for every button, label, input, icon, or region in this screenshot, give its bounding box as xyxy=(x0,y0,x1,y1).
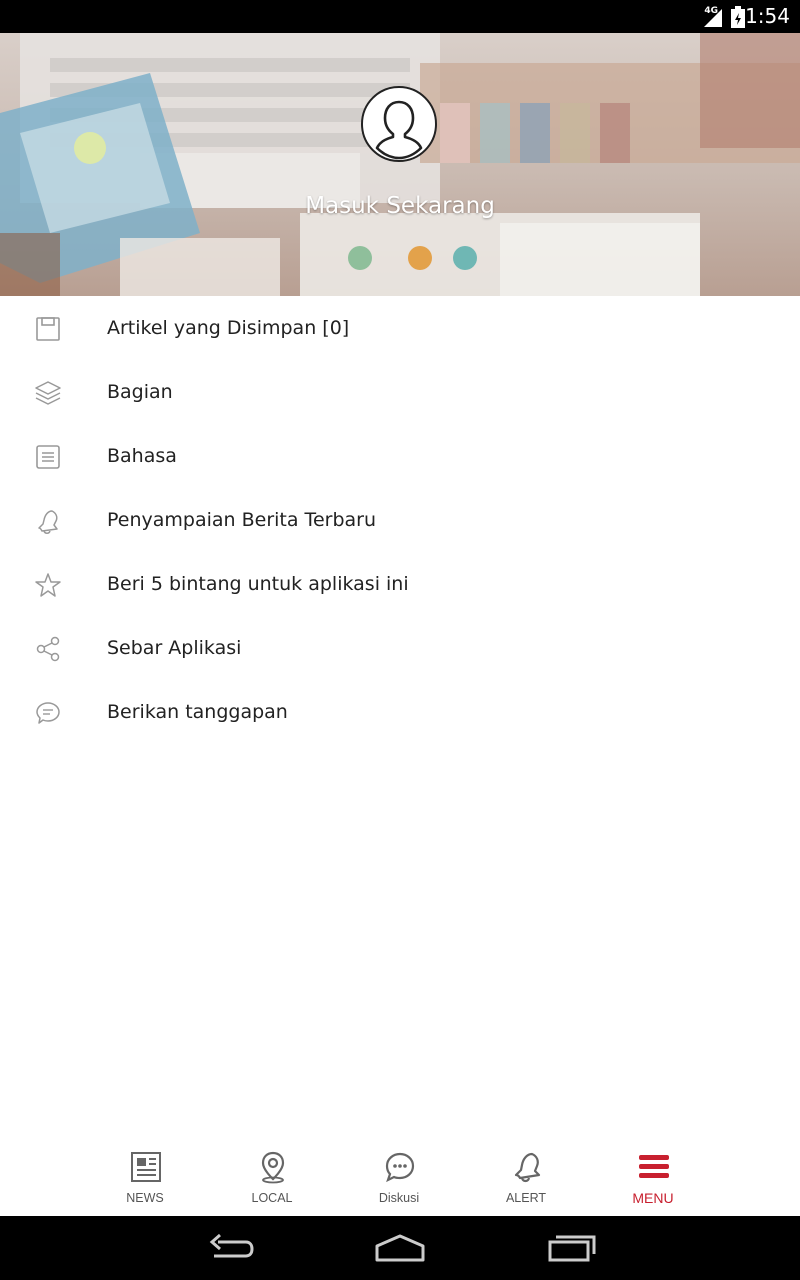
drawer-menu: Artikel yang Disimpan [0] Bagian Bahasa … xyxy=(0,296,800,744)
menu-item-sections[interactable]: Bagian xyxy=(0,360,800,424)
chat-bubble-icon xyxy=(385,1152,415,1183)
tab-label: MENU xyxy=(632,1190,674,1206)
login-link[interactable]: Masuk Sekarang xyxy=(0,193,800,219)
user-icon xyxy=(375,100,423,160)
menu-item-feedback[interactable]: Berikan tanggapan xyxy=(0,680,800,744)
location-icon xyxy=(261,1151,285,1184)
bottom-navigation: NEWS LOCAL Diskusi ALERT MENU xyxy=(0,1144,800,1216)
newspaper-icon xyxy=(131,1152,161,1182)
tab-alert[interactable]: ALERT xyxy=(481,1144,571,1216)
chat-icon xyxy=(36,702,60,724)
menu-item-label: Bagian xyxy=(107,381,173,403)
profile-header: Masuk Sekarang xyxy=(0,33,800,296)
share-icon xyxy=(36,636,60,662)
menu-item-label: Artikel yang Disimpan [0] xyxy=(107,317,350,339)
document-icon xyxy=(36,445,60,469)
menu-item-label: Beri 5 bintang untuk aplikasi ini xyxy=(107,573,409,595)
tab-label: ALERT xyxy=(505,1191,547,1205)
menu-item-language[interactable]: Bahasa xyxy=(0,424,800,488)
avatar[interactable] xyxy=(361,86,437,162)
layers-icon xyxy=(35,381,61,405)
menu-item-label: Penyampaian Berita Terbaru xyxy=(107,509,376,531)
back-icon[interactable] xyxy=(206,1232,254,1264)
header-background-image xyxy=(0,33,800,296)
signal-icon xyxy=(704,9,722,27)
save-icon xyxy=(36,317,60,341)
menu-item-label: Berikan tanggapan xyxy=(107,701,288,723)
tab-menu[interactable]: MENU xyxy=(608,1144,698,1216)
tab-local[interactable]: LOCAL xyxy=(227,1144,317,1216)
menu-item-share-app[interactable]: Sebar Aplikasi xyxy=(0,616,800,680)
system-navigation-bar xyxy=(0,1216,800,1280)
tab-label: NEWS xyxy=(126,1191,164,1205)
home-icon[interactable] xyxy=(374,1232,426,1264)
tab-label: LOCAL xyxy=(251,1191,293,1205)
star-icon xyxy=(35,573,61,597)
bell-icon xyxy=(514,1152,541,1183)
clock: 1:54 xyxy=(745,4,790,28)
recent-apps-icon[interactable] xyxy=(547,1232,597,1264)
bell-icon xyxy=(38,510,58,534)
menu-item-rate-app[interactable]: Beri 5 bintang untuk aplikasi ini xyxy=(0,552,800,616)
tab-label: Diskusi xyxy=(378,1191,420,1205)
status-bar: 4G 1:54 xyxy=(0,0,800,33)
menu-item-label: Bahasa xyxy=(107,445,177,467)
menu-item-notifications[interactable]: Penyampaian Berita Terbaru xyxy=(0,488,800,552)
menu-icon xyxy=(639,1155,669,1178)
menu-item-label: Sebar Aplikasi xyxy=(107,637,242,659)
menu-item-saved-articles[interactable]: Artikel yang Disimpan [0] xyxy=(0,296,800,360)
tab-discussion[interactable]: Diskusi xyxy=(354,1144,444,1216)
battery-icon xyxy=(731,6,745,28)
tab-news[interactable]: NEWS xyxy=(100,1144,190,1216)
